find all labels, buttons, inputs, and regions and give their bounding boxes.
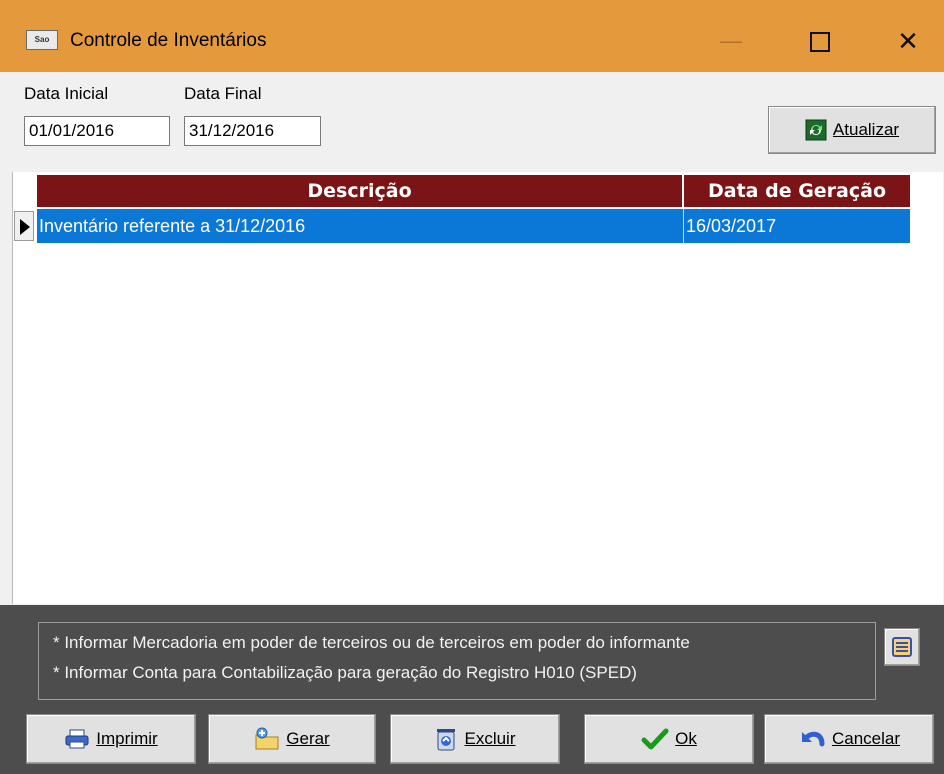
cancel-label: Cancelar [831, 729, 901, 748]
grid-header: Descrição Data de Geração [37, 175, 910, 207]
title-bar: Sao Controle de Inventários — ✕ [0, 0, 944, 72]
generate-label: Gerar [286, 729, 330, 748]
refresh-button[interactable]: Atualizar [768, 106, 936, 154]
cell-data-geracao: 16/03/2017 [686, 216, 777, 236]
column-header-descricao[interactable]: Descrição [37, 175, 684, 207]
printer-icon [65, 729, 89, 749]
info-box: * Informar Mercadoria em poder de tercei… [38, 622, 876, 700]
info-line-2: * Informar Conta para Contabilização par… [53, 663, 637, 682]
start-date-label: Data Inicial [24, 84, 109, 103]
refresh-icon [805, 119, 827, 141]
cell-descricao: Inventário referente a 31/12/2016 [37, 209, 684, 243]
cancel-button[interactable]: Cancelar [764, 714, 934, 764]
maximize-icon [810, 32, 830, 53]
undo-arrow-icon [801, 731, 825, 747]
end-date-input[interactable] [184, 116, 321, 146]
list-window-icon [892, 637, 912, 657]
minimize-button[interactable]: — [703, 18, 759, 64]
end-date-label: Data Final [184, 84, 262, 103]
window-title: Controle de Inventários [70, 30, 267, 51]
info-line-1: * Informar Mercadoria em poder de tercei… [53, 633, 690, 652]
trash-icon [437, 729, 456, 751]
row-pointer-icon [20, 219, 30, 235]
refresh-label: Atualizar [832, 120, 900, 139]
maximize-button[interactable] [792, 18, 848, 64]
app-icon: Sao [26, 30, 58, 50]
close-button[interactable]: ✕ [880, 18, 936, 64]
column-header-data-geracao[interactable]: Data de Geração [684, 175, 910, 207]
row-indicator [14, 211, 34, 241]
table-row[interactable]: Inventário referente a 31/12/2016 16/03/… [37, 209, 910, 243]
delete-button[interactable]: Excluir [390, 714, 560, 764]
account-config-button[interactable] [884, 628, 920, 666]
checkmark-icon [641, 728, 669, 750]
new-folder-icon [255, 727, 279, 750]
ok-button[interactable]: Ok [584, 714, 754, 764]
ok-label: Ok [675, 729, 697, 748]
print-button[interactable]: Imprimir [26, 714, 196, 764]
print-label: Imprimir [96, 729, 158, 748]
delete-label: Excluir [464, 729, 516, 748]
start-date-input[interactable] [24, 116, 170, 146]
generate-button[interactable]: Gerar [208, 714, 376, 764]
